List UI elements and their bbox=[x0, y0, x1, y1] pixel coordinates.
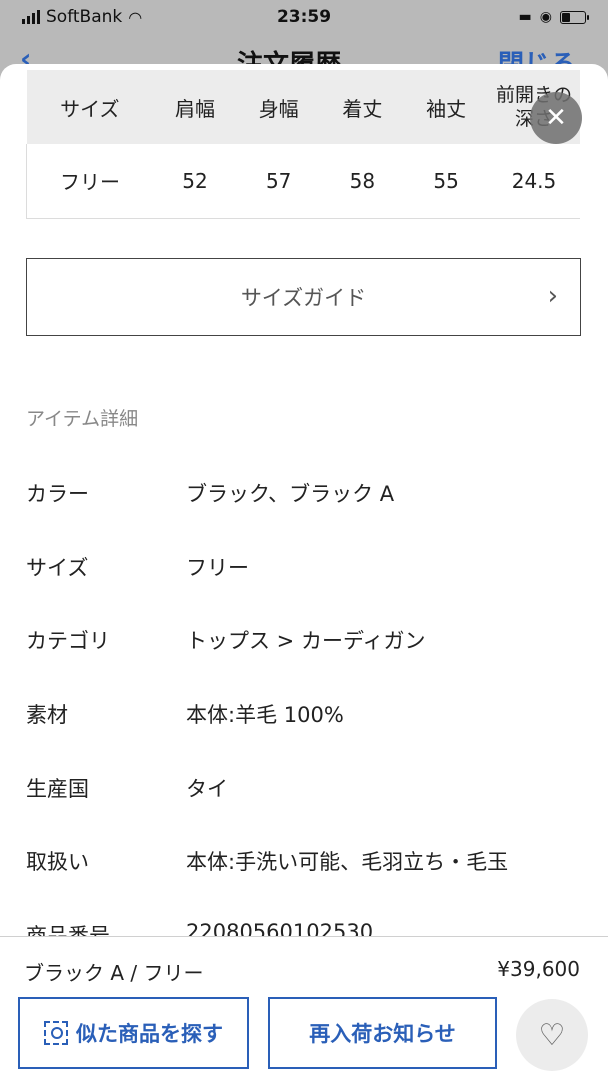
detail-value: タイ bbox=[186, 777, 228, 801]
detail-row-care: 取扱い 本体:手洗い可能、毛羽立ち・毛玉 bbox=[26, 846, 586, 886]
chevron-right-icon: › bbox=[547, 281, 558, 311]
detail-key: 生産国 bbox=[26, 777, 89, 801]
status-bar: SoftBank ◠ 23:59 ▬ ◉ bbox=[0, 0, 608, 34]
detail-row-origin: 生産国 タイ bbox=[26, 773, 586, 813]
detail-key: 取扱い bbox=[26, 850, 89, 874]
item-details-title: アイテム詳細 bbox=[26, 408, 139, 430]
detail-key: 素材 bbox=[26, 703, 68, 727]
status-right: ▬ ◉ bbox=[518, 9, 589, 25]
detail-value: 22080560102530 bbox=[186, 920, 374, 936]
bottom-action-bar: ブラック A / フリー ¥39,600 似た商品を探す 再入荷お知らせ ♡ bbox=[0, 936, 608, 1080]
battery-icon bbox=[560, 10, 589, 24]
size-header-cell: サイズ bbox=[60, 96, 120, 121]
alarm-icon: ◉ bbox=[539, 9, 552, 25]
heart-icon: ♡ bbox=[538, 1017, 566, 1053]
detail-value: ブラック、ブラック A bbox=[186, 482, 395, 506]
size-header-cell: 着丈 bbox=[342, 96, 383, 121]
size-guide-button[interactable]: サイズガイド › bbox=[26, 258, 581, 336]
selected-variant: ブラック A / フリー bbox=[24, 961, 204, 985]
detail-row-size: サイズ フリー bbox=[26, 552, 586, 592]
detail-key: サイズ bbox=[26, 556, 89, 580]
bed-icon: ▬ bbox=[518, 9, 532, 25]
restock-notify-label: 再入荷お知らせ bbox=[309, 1022, 456, 1046]
size-table: サイズ 肩幅 身幅 着丈 袖丈 前開きの深さ フリー 52 57 58 55 2… bbox=[26, 70, 580, 219]
detail-row-color: カラー ブラック、ブラック A bbox=[26, 478, 586, 518]
detail-value: 本体:羊毛 100% bbox=[186, 703, 344, 727]
table-cell: 52 bbox=[182, 168, 208, 193]
price: ¥39,600 bbox=[497, 957, 580, 981]
product-sheet: サイズ 肩幅 身幅 着丈 袖丈 前開きの深さ フリー 52 57 58 55 2… bbox=[0, 64, 608, 1080]
table-cell: 58 bbox=[349, 168, 376, 193]
similar-search-icon bbox=[44, 1021, 68, 1045]
find-similar-label: 似た商品を探す bbox=[76, 1022, 223, 1046]
detail-key: カラー bbox=[26, 482, 89, 506]
wifi-icon: ◠ bbox=[128, 7, 143, 27]
detail-value: フリー bbox=[186, 556, 249, 580]
table-row: フリー 52 57 58 55 24.5 bbox=[26, 144, 580, 218]
sheet-scroll-area[interactable]: サイズ 肩幅 身幅 着丈 袖丈 前開きの深さ フリー 52 57 58 55 2… bbox=[0, 64, 608, 936]
size-guide-label: サイズガイド bbox=[240, 286, 367, 310]
size-header-cell: 身幅 bbox=[258, 96, 299, 121]
find-similar-button[interactable]: 似た商品を探す bbox=[18, 997, 249, 1069]
table-cell: フリー bbox=[26, 144, 154, 218]
size-table-header: サイズ 肩幅 身幅 着丈 袖丈 前開きの深さ bbox=[26, 70, 580, 144]
restock-notify-button[interactable]: 再入荷お知らせ bbox=[268, 997, 497, 1069]
detail-key: カテゴリ bbox=[26, 629, 110, 653]
table-cell: 24.5 bbox=[511, 168, 557, 193]
detail-key: 商品番号 bbox=[26, 924, 110, 936]
size-header-cell: 袖丈 bbox=[426, 96, 467, 121]
signal-icon bbox=[22, 10, 40, 24]
favorite-button[interactable]: ♡ bbox=[516, 999, 588, 1071]
size-header-cell: 肩幅 bbox=[174, 96, 215, 121]
table-cell: 57 bbox=[265, 168, 292, 193]
status-left: SoftBank ◠ bbox=[22, 7, 142, 27]
detail-value: 本体:手洗い可能、毛羽立ち・毛玉 bbox=[186, 850, 509, 874]
detail-value[interactable]: トップス > カーディガン bbox=[186, 625, 586, 665]
detail-row-category: カテゴリ トップス > カーディガン bbox=[26, 625, 586, 665]
table-cell: 55 bbox=[433, 168, 459, 193]
carrier-label: SoftBank bbox=[46, 7, 123, 27]
detail-row-product-number: 商品番号 22080560102530 bbox=[26, 920, 586, 936]
close-icon[interactable]: ✕ bbox=[530, 92, 582, 144]
detail-row-material: 素材 本体:羊毛 100% bbox=[26, 699, 586, 739]
status-time: 23:59 bbox=[276, 7, 332, 27]
